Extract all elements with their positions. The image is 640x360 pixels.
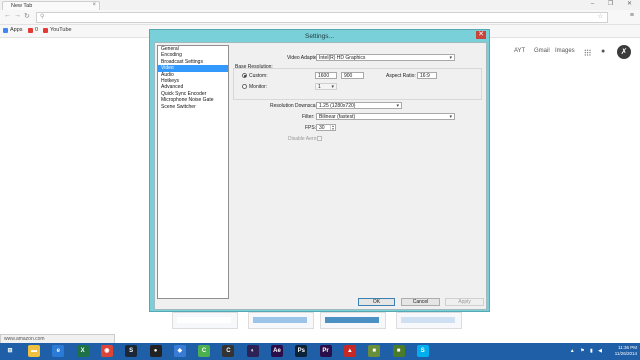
downscale-label: Resolution Downscale: bbox=[270, 103, 321, 109]
chevron-down-icon: ▾ bbox=[449, 114, 452, 120]
custom-radio[interactable] bbox=[242, 73, 247, 78]
apply-button[interactable]: Apply bbox=[445, 298, 484, 306]
app-red-icon[interactable]: ▲ bbox=[343, 345, 356, 357]
steam-icon[interactable]: S bbox=[125, 345, 138, 357]
chrome-icon[interactable]: ◉ bbox=[100, 345, 113, 357]
excel-icon[interactable]: X bbox=[76, 345, 89, 357]
reload-icon[interactable]: ↻ bbox=[24, 12, 30, 20]
dialog-title: Settings... bbox=[305, 33, 334, 40]
chrome-menu-icon[interactable]: ≡ bbox=[630, 12, 634, 19]
browser-toolbar: ← → ↻ ⚲ ☆ ≡ bbox=[0, 10, 640, 25]
taskbar: ⊞ ▬ e X ◉ S ● ◆ C C ◐ Ae Ps Pr ▲ ■ ■ S ▲ ⚑ ▮ ◀ 11:36 PM 1… bbox=[0, 343, 640, 360]
search-icon: ⚲ bbox=[40, 14, 45, 20]
tab-close-icon[interactable]: × bbox=[92, 2, 96, 8]
monitor-label: Monitor: bbox=[249, 84, 268, 90]
apps-icon bbox=[3, 27, 8, 33]
notifications-icon[interactable]: ● bbox=[601, 48, 605, 55]
minecraft-server-icon[interactable]: ■ bbox=[392, 345, 405, 357]
fps-label: FPS: bbox=[305, 125, 317, 131]
google-link-ayt[interactable]: AYT bbox=[514, 48, 525, 54]
thumbnail-tile[interactable] bbox=[396, 312, 462, 329]
youtube-icon bbox=[28, 27, 33, 33]
custom-label: Custom: bbox=[249, 73, 268, 79]
filter-label: Filter: bbox=[302, 114, 315, 120]
photoshop-icon[interactable]: Ps bbox=[295, 345, 308, 357]
fps-spinner[interactable]: 30 ▲ ▼ bbox=[316, 124, 336, 131]
clock[interactable]: 11:36 PM 11/26/2014 bbox=[615, 345, 637, 357]
width-input[interactable]: 1600 bbox=[315, 72, 337, 79]
camtasia-icon[interactable]: C bbox=[198, 345, 211, 357]
back-icon[interactable]: ← bbox=[4, 12, 11, 19]
bookmark-star-icon[interactable]: ☆ bbox=[598, 13, 603, 20]
skype-icon[interactable]: S bbox=[416, 345, 429, 357]
bookmark-apps[interactable]: Apps bbox=[3, 27, 23, 33]
disable-aero-checkbox[interactable] bbox=[317, 136, 322, 141]
system-tray-icons[interactable]: ▲ ⚑ ▮ ◀ bbox=[570, 348, 604, 354]
address-bar[interactable]: ⚲ ☆ bbox=[36, 12, 608, 23]
bookmark-item[interactable]: 0 bbox=[28, 27, 38, 33]
monitor-select[interactable]: 1 ▾ bbox=[315, 83, 337, 90]
thumbnail-tile[interactable] bbox=[248, 312, 314, 329]
avatar[interactable]: ✗ bbox=[617, 45, 631, 59]
tab-title: New Tab bbox=[11, 3, 33, 9]
images-link[interactable]: Images bbox=[555, 48, 575, 54]
youtube-icon bbox=[43, 27, 48, 33]
filter-select[interactable]: Bilinear (fastest) ▾ bbox=[316, 113, 455, 120]
aspect-ratio-label: Aspect Ratio: bbox=[386, 73, 416, 79]
downscale-select[interactable]: 1.25 (1280x720) ▾ bbox=[316, 102, 402, 109]
bookmark-youtube[interactable]: YouTube bbox=[43, 27, 72, 33]
file-explorer-icon[interactable]: ▬ bbox=[28, 345, 40, 357]
obs-icon[interactable]: ● bbox=[149, 345, 162, 357]
video-adapter-select[interactable]: Intel(R) HD Graphics ▾ bbox=[316, 54, 455, 61]
height-input[interactable]: 900 bbox=[341, 72, 364, 79]
window-controls[interactable]: – ❐ ✕ bbox=[591, 0, 638, 7]
chevron-down-icon: ▾ bbox=[396, 103, 399, 109]
video-adapter-label: Video Adapter: bbox=[287, 55, 320, 61]
ok-button[interactable]: OK bbox=[358, 298, 395, 306]
premiere-icon[interactable]: Pr bbox=[319, 345, 332, 357]
disable-aero-label: Disable Aero: bbox=[288, 136, 318, 142]
app-c-icon[interactable]: C bbox=[222, 345, 235, 357]
dialog-body: General Encoding Broadcast Settings Vide… bbox=[154, 42, 487, 310]
settings-category-list[interactable]: General Encoding Broadcast Settings Vide… bbox=[157, 45, 229, 299]
google-apps-icon[interactable] bbox=[584, 49, 591, 56]
thumbnail-tile[interactable] bbox=[172, 312, 238, 329]
after-effects-icon[interactable]: Ae bbox=[271, 345, 283, 357]
spinner-arrows-icon[interactable]: ▲ ▼ bbox=[330, 125, 335, 130]
thumbnail-tile[interactable] bbox=[320, 312, 386, 329]
chevron-down-icon: ▾ bbox=[449, 55, 452, 61]
chevron-down-icon: ▾ bbox=[331, 84, 334, 90]
app-blue-icon[interactable]: ◆ bbox=[173, 345, 186, 357]
eclipse-icon[interactable]: ◐ bbox=[246, 345, 259, 357]
internet-explorer-icon[interactable]: e bbox=[52, 345, 65, 357]
category-scene-switcher[interactable]: Scene Switcher bbox=[158, 104, 228, 110]
start-icon[interactable]: ⊞ bbox=[4, 345, 16, 357]
forward-icon[interactable]: → bbox=[14, 12, 21, 19]
minecraft-icon[interactable]: ■ bbox=[368, 345, 381, 357]
gmail-link[interactable]: Gmail bbox=[534, 48, 550, 54]
close-icon[interactable]: ✕ bbox=[476, 31, 486, 39]
cancel-button[interactable]: Cancel bbox=[401, 298, 440, 306]
aspect-ratio-value: 16:9 bbox=[417, 72, 437, 79]
settings-dialog: Settings... ✕ General Encoding Broadcast… bbox=[149, 29, 490, 312]
monitor-radio[interactable] bbox=[242, 84, 247, 89]
